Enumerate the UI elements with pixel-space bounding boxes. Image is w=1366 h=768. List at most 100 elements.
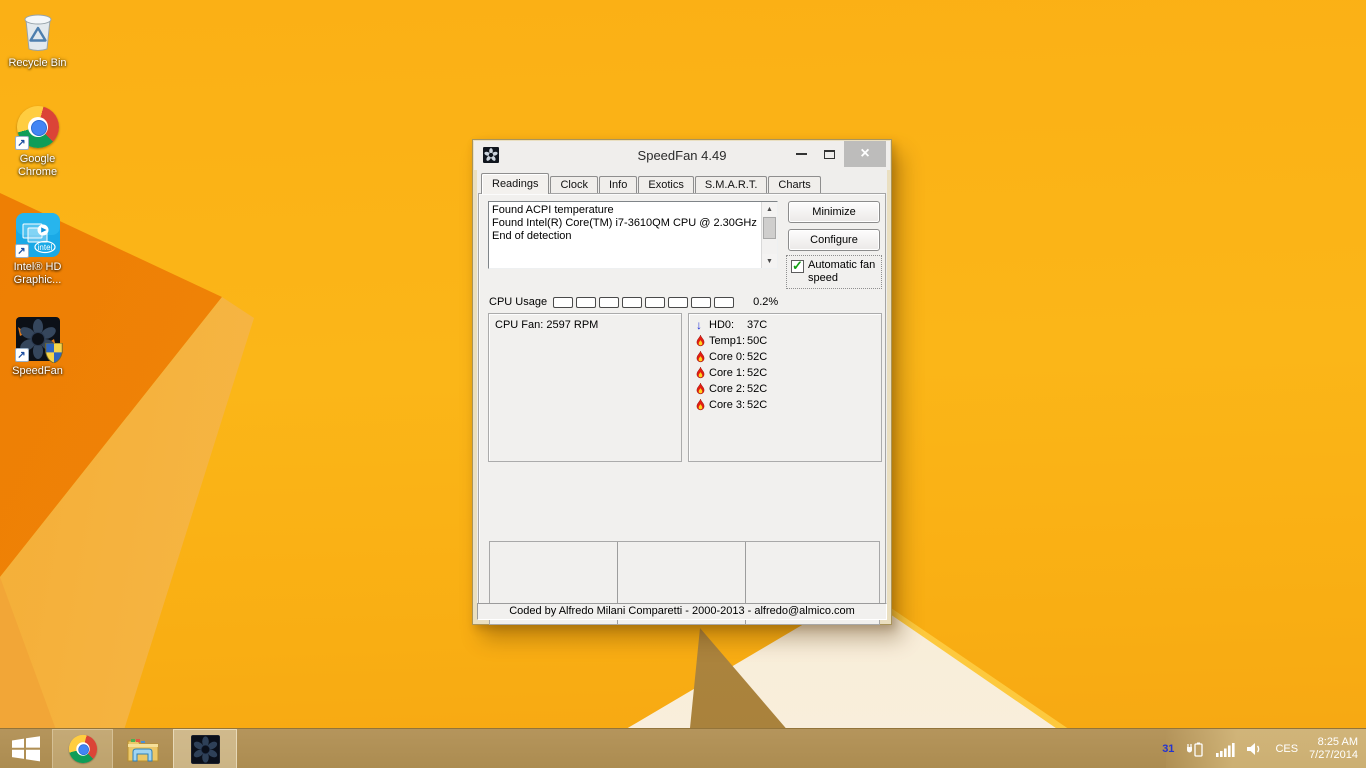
maximize-window-button[interactable] <box>818 141 840 167</box>
tab-info[interactable]: Info <box>599 176 637 194</box>
temp-name: Core 0: <box>709 351 747 363</box>
cpu-usage-segment <box>645 297 665 308</box>
temp-row: ↓ HD0: 37C <box>696 318 767 332</box>
minimize-button[interactable]: Minimize <box>788 201 880 223</box>
battery-icon[interactable] <box>1185 741 1205 757</box>
tab-strip: Readings Clock Info Exotics S.M.A.R.T. C… <box>481 173 822 194</box>
temp-row: Core 3: 52C <box>696 398 767 412</box>
svg-text:intel: intel <box>37 243 52 252</box>
chrome-icon <box>68 735 96 763</box>
automatic-fan-speed-group[interactable]: Automatic fan speed <box>786 255 882 289</box>
temp-value: 52C <box>747 399 767 411</box>
close-window-button[interactable]: × <box>844 141 886 167</box>
log-line: Found Intel(R) Core(TM) i7-3610QM CPU @ … <box>492 217 759 230</box>
temp-name: Core 3: <box>709 399 747 411</box>
icon-label: Recycle Bin <box>8 57 66 70</box>
temp-value: 52C <box>747 383 767 395</box>
windows-logo-icon <box>11 734 41 764</box>
log-scrollbar[interactable]: ▲ ▼ <box>761 202 777 268</box>
chrome-icon: ↗ <box>15 104 61 150</box>
scroll-up-icon[interactable]: ▲ <box>762 202 777 216</box>
minimize-window-button[interactable] <box>790 141 812 167</box>
speedfan-icon: ↗ <box>15 316 61 362</box>
start-button[interactable] <box>0 729 52 768</box>
flame-icon <box>696 383 709 395</box>
title-bar[interactable]: SpeedFan 4.49 × <box>474 141 890 170</box>
fan-readings-panel: CPU Fan: 2597 RPM <box>488 313 682 462</box>
volume-icon[interactable] <box>1246 742 1264 756</box>
file-explorer-icon <box>127 735 159 763</box>
temp-value: 37C <box>747 319 767 331</box>
recycle-bin-icon <box>15 8 61 54</box>
clock-date: 7/27/2014 <box>1309 749 1358 762</box>
status-bar: Coded by Alfredo Milani Comparetti - 200… <box>477 603 887 620</box>
readings-tab-page: Found ACPI temperature Found Intel(R) Co… <box>478 193 886 604</box>
taskbar: 31 CES 8:25 AM 7/27/2014 <box>0 728 1366 768</box>
temp-down-icon: ↓ <box>696 320 709 330</box>
temp-row: Temp1: 50C <box>696 334 767 348</box>
automatic-fan-speed-checkbox[interactable] <box>791 260 804 273</box>
desktop-icon-recycle-bin[interactable]: Recycle Bin <box>0 8 75 70</box>
log-line: End of detection <box>492 230 759 243</box>
network-signal-icon[interactable] <box>1216 742 1235 757</box>
temp-row: Core 1: 52C <box>696 366 767 380</box>
speedfan-icon <box>191 735 220 764</box>
temp-name: Core 2: <box>709 383 747 395</box>
tab-readings[interactable]: Readings <box>481 173 549 194</box>
tab-clock[interactable]: Clock <box>550 176 598 194</box>
flame-icon <box>696 335 709 347</box>
cpu-usage-segment <box>691 297 711 308</box>
clock-time: 8:25 AM <box>1309 736 1358 749</box>
desktop: Recycle Bin ↗ Google Chrome intel ↗ Inte… <box>0 0 1366 768</box>
taskbar-clock[interactable]: 8:25 AM 7/27/2014 <box>1309 736 1358 762</box>
temp-name: HD0: <box>709 319 747 331</box>
temp-value: 50C <box>747 335 767 347</box>
cpu-usage-segment <box>622 297 642 308</box>
cpu-usage-row: CPU Usage 0.2% <box>489 294 778 310</box>
temp-value: 52C <box>747 367 767 379</box>
language-indicator[interactable]: CES <box>1275 743 1298 755</box>
checkbox-label: Automatic fan speed <box>808 259 879 288</box>
cpu-usage-segment <box>668 297 688 308</box>
flame-icon <box>696 399 709 411</box>
icon-label: Google Chrome <box>8 153 68 179</box>
tab-charts[interactable]: Charts <box>768 176 820 194</box>
intel-hd-icon: intel ↗ <box>15 212 61 258</box>
cpu-usage-label: CPU Usage <box>489 296 547 308</box>
speedfan-window: SpeedFan 4.49 × Readings Clock Info Exot… <box>472 139 892 625</box>
cpu-usage-value: 0.2% <box>753 296 778 308</box>
temp-name: Temp1: <box>709 335 747 347</box>
cpu-usage-segment <box>714 297 734 308</box>
desktop-icon-google-chrome[interactable]: ↗ Google Chrome <box>0 104 75 179</box>
taskbar-chrome-button[interactable] <box>52 729 113 768</box>
detection-log-list[interactable]: Found ACPI temperature Found Intel(R) Co… <box>488 201 778 269</box>
temperature-readings-panel: ↓ HD0: 37C Temp1: 50C <box>688 313 882 462</box>
cpu-fan-rpm: CPU Fan: 2597 RPM <box>495 319 598 331</box>
log-line: Found ACPI temperature <box>492 204 759 217</box>
temp-value: 52C <box>747 351 767 363</box>
speedfan-tray-temp[interactable]: 31 <box>1162 743 1174 755</box>
desktop-icon-speedfan[interactable]: ↗ SpeedFan <box>0 316 75 378</box>
flame-icon <box>696 351 709 363</box>
taskbar-file-explorer-button[interactable] <box>113 729 173 768</box>
configure-button[interactable]: Configure <box>788 229 880 251</box>
cpu-usage-segment <box>553 297 573 308</box>
system-tray: 31 CES 8:25 AM 7/27/2014 <box>1162 729 1358 768</box>
taskbar-speedfan-button[interactable] <box>173 729 237 768</box>
scroll-down-icon[interactable]: ▼ <box>762 254 777 268</box>
shortcut-arrow-icon: ↗ <box>15 348 29 362</box>
icon-label: Intel® HD Graphic... <box>3 261 73 287</box>
icon-label: SpeedFan <box>12 365 63 378</box>
temp-row: Core 2: 52C <box>696 382 767 396</box>
cpu-usage-segment <box>576 297 596 308</box>
tab-smart[interactable]: S.M.A.R.T. <box>695 176 768 194</box>
shield-icon <box>45 343 63 363</box>
desktop-icon-intel-hd-graphics[interactable]: intel ↗ Intel® HD Graphic... <box>0 212 75 287</box>
cpu-usage-segment <box>599 297 619 308</box>
window-client-area: Readings Clock Info Exotics S.M.A.R.T. C… <box>477 170 887 620</box>
shortcut-arrow-icon: ↗ <box>15 136 29 150</box>
tab-exotics[interactable]: Exotics <box>638 176 693 194</box>
temp-row: Core 0: 52C <box>696 350 767 364</box>
scrollbar-thumb[interactable] <box>763 217 776 239</box>
flame-icon <box>696 367 709 379</box>
